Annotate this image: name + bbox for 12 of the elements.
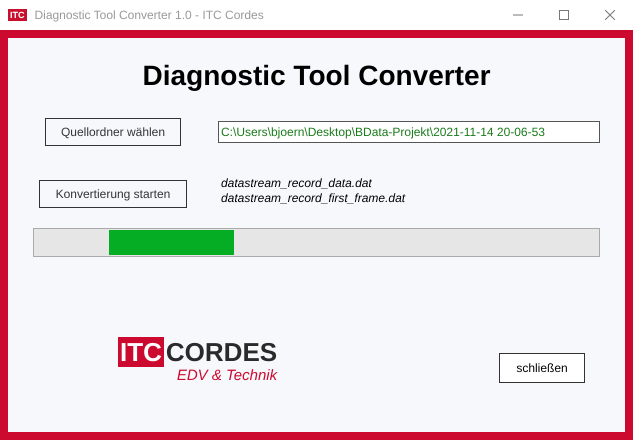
- close-icon[interactable]: [605, 10, 615, 20]
- file-name: datastream_record_data.dat: [221, 176, 373, 191]
- file-name: datastream_record_first_frame.dat: [221, 191, 406, 206]
- maximize-icon[interactable]: [559, 10, 569, 20]
- window-title: Diagnostic Tool Converter 1.0 - ITC Cordes: [34, 7, 264, 24]
- app-icon: ITC: [8, 9, 26, 21]
- convert-button[interactable]: Konvertierung starten: [39, 180, 187, 208]
- company-logo: ITC CORDES EDV & Technik: [118, 337, 278, 385]
- app-heading: Diagnostic Tool Converter: [142, 59, 492, 93]
- folder-button[interactable]: Quellordner wählen: [45, 118, 181, 146]
- path-field[interactable]: C:\Users\bjoern\Desktop\BData-Projekt\2021-11-14 20-06-53: [218, 121, 600, 143]
- close-button[interactable]: schließen: [499, 353, 585, 383]
